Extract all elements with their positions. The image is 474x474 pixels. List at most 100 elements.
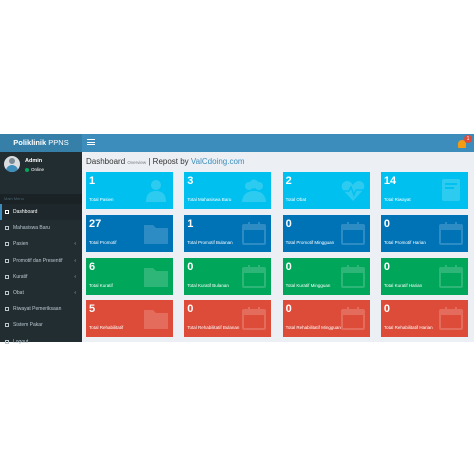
sidebar-item-logout[interactable]: Logout bbox=[0, 334, 82, 350]
repost-link[interactable]: ValCdoing.com bbox=[191, 157, 245, 166]
page-title-separator: | Repost by bbox=[146, 157, 191, 166]
sidebar-item-pasien[interactable]: Pasien ‹ bbox=[0, 236, 82, 252]
menu-header: Main Menu bbox=[0, 194, 82, 204]
sidebar-item-sistem-pakar[interactable]: Sistem Pakar bbox=[0, 317, 82, 333]
stat-box-total-rehabilitatif[interactable]: 5 Total Rehabilitatif bbox=[86, 300, 173, 338]
sidebar-item-dashboard[interactable]: Dashboard bbox=[0, 204, 82, 221]
sidebar-item-obat[interactable]: Obat ‹ bbox=[0, 285, 82, 301]
stat-box-total-mahasiswa-baru[interactable]: 3 Total Mahasiswa Baru bbox=[184, 172, 272, 209]
logout-icon bbox=[5, 339, 9, 344]
stat-label: Total Promotif bbox=[89, 239, 117, 245]
calendar-icon bbox=[242, 221, 267, 245]
stat-box-total-kuratif[interactable]: 6 Total Kuratif bbox=[86, 257, 173, 295]
stat-label: Total Rehabilitatif Bulanan bbox=[187, 325, 240, 331]
notification-badge: 1 bbox=[464, 135, 472, 143]
stat-label: Total Mahasiswa Baru bbox=[187, 197, 232, 202]
calendar-icon bbox=[438, 221, 463, 245]
user-icon bbox=[146, 180, 166, 202]
brand-logo[interactable]: Poliklinik PPNS bbox=[0, 134, 82, 152]
top-header: Poliklinik PPNS 1 bbox=[0, 134, 474, 152]
avatar bbox=[4, 156, 20, 172]
stat-label: Total Kuratif Harian bbox=[383, 282, 423, 288]
chevron-left-icon: ‹ bbox=[74, 273, 76, 280]
main-content: Dashboard Overview | Repost by ValCdoing… bbox=[82, 152, 474, 342]
stat-label: Total Kuratif Bulanan bbox=[187, 282, 229, 288]
stat-value: 27 bbox=[89, 217, 102, 230]
stat-value: 0 bbox=[285, 217, 292, 230]
folder-icon bbox=[5, 323, 9, 328]
sidebar-item-kuratif[interactable]: Kuratif ‹ bbox=[0, 269, 82, 285]
brand-rest: PPNS bbox=[46, 138, 69, 147]
sidebar-item-label: Dashboard bbox=[13, 209, 38, 215]
sidebar-item-label: Mahasiswa Baru bbox=[13, 225, 50, 232]
stat-box-total-riwayat[interactable]: 14 Total Riwayat bbox=[380, 172, 468, 209]
stat-value: 0 bbox=[383, 217, 391, 230]
stat-label: Total Promotif Mingguan bbox=[285, 239, 335, 245]
navbar: 1 bbox=[82, 134, 474, 152]
stat-value: 14 bbox=[383, 175, 397, 187]
calendar-icon bbox=[340, 221, 365, 245]
calendar-icon bbox=[438, 264, 463, 288]
stat-value: 5 bbox=[89, 303, 96, 316]
folder-icon bbox=[5, 258, 9, 263]
stat-value: 0 bbox=[285, 303, 292, 316]
stat-box-total-pasien[interactable]: 1 Total Pasien bbox=[86, 172, 173, 209]
book-icon bbox=[441, 179, 460, 201]
brand-bold: Poliklinik bbox=[13, 138, 47, 147]
stat-box-total-kuratif-harian[interactable]: 0 Total Kuratif Harian bbox=[380, 257, 468, 295]
stat-box-total-promotif[interactable]: 27 Total Promotif bbox=[86, 214, 173, 252]
folder-icon bbox=[144, 310, 168, 330]
stat-box-total-promotif-bulanan[interactable]: 1 Total Promotif Bulanan bbox=[184, 214, 272, 252]
sidebar-item-label: Pasien bbox=[13, 241, 29, 248]
stat-label: Total Rehabilitatif bbox=[89, 325, 124, 331]
sidebar-toggle-icon[interactable] bbox=[86, 138, 96, 148]
stat-label: Total Pasien bbox=[89, 197, 114, 202]
calendar-icon bbox=[242, 307, 267, 331]
sidebar-item-riwayat[interactable]: Riwayat Pemeriksaan bbox=[0, 301, 82, 317]
stat-value: 1 bbox=[89, 175, 96, 187]
sidebar-item-mahasiswa-baru[interactable]: Mahasiswa Baru bbox=[0, 220, 82, 236]
calendar-icon bbox=[242, 264, 267, 288]
stat-value: 0 bbox=[187, 260, 194, 273]
chevron-left-icon: ‹ bbox=[74, 241, 76, 248]
stat-box-total-kuratif-mingguan[interactable]: 0 Total Kuratif Mingguan bbox=[282, 257, 370, 295]
folder-icon bbox=[5, 274, 9, 279]
page-title-text: Dashboard bbox=[86, 157, 126, 166]
stat-value: 0 bbox=[285, 260, 292, 273]
heartbeat-icon bbox=[341, 181, 364, 201]
stat-box-total-promotif-harian[interactable]: 0 Total Promotif Harian bbox=[380, 214, 468, 252]
stat-value: 2 bbox=[285, 175, 292, 187]
users-icon bbox=[242, 179, 267, 202]
stat-label: Total Riwayat bbox=[383, 197, 411, 202]
stat-box-total-rehabilitatif-mingguan[interactable]: 0 Total Rehabilitatif Mingguan bbox=[282, 300, 370, 338]
stat-label: Total Promotif Harian bbox=[383, 239, 426, 245]
page-subtitle: Overview bbox=[127, 160, 147, 165]
stat-box-total-kuratif-bulanan[interactable]: 0 Total Kuratif Bulanan bbox=[184, 257, 272, 295]
folder-icon bbox=[5, 307, 9, 312]
sidebar-item-label: Sistem Pakar bbox=[13, 322, 43, 329]
user-status-label: Online bbox=[31, 167, 45, 172]
stat-value: 0 bbox=[383, 303, 391, 316]
sidebar-item-promotif[interactable]: Promotif dan Presentif ‹ bbox=[0, 253, 82, 269]
chevron-left-icon: ‹ bbox=[74, 257, 76, 264]
stat-value: 6 bbox=[89, 260, 96, 273]
sidebar: Admin Online Main Menu Dashboard Mahasis… bbox=[0, 152, 82, 345]
stat-box-total-promotif-mingguan[interactable]: 0 Total Promotif Mingguan bbox=[282, 214, 370, 252]
sidebar-item-label: Kuratif bbox=[13, 273, 28, 280]
notification-bell-icon[interactable]: 1 bbox=[457, 135, 472, 149]
sidebar-item-label: Riwayat Pemeriksaan bbox=[13, 306, 62, 313]
online-dot-icon bbox=[25, 167, 29, 172]
stat-label: Total Kuratif Mingguan bbox=[285, 282, 331, 288]
stat-box-total-obat[interactable]: 2 Total Obat bbox=[282, 172, 370, 209]
stat-value: 0 bbox=[383, 260, 391, 273]
folder-icon bbox=[144, 224, 168, 244]
sidebar-item-label: Promotif dan Presentif bbox=[13, 257, 63, 264]
calendar-icon bbox=[340, 307, 365, 331]
stat-box-total-rehabilitatif-harian[interactable]: 0 Total Rehabilitatif Harian bbox=[380, 300, 468, 338]
page-title: Dashboard Overview | Repost by ValCdoing… bbox=[86, 157, 245, 166]
folder-icon bbox=[5, 290, 9, 295]
user-name: Admin bbox=[25, 158, 43, 164]
stat-box-total-rehabilitatif-bulanan[interactable]: 0 Total Rehabilitatif Bulanan bbox=[184, 300, 272, 338]
stat-value: 1 bbox=[187, 217, 194, 230]
stat-value: 3 bbox=[187, 175, 194, 187]
